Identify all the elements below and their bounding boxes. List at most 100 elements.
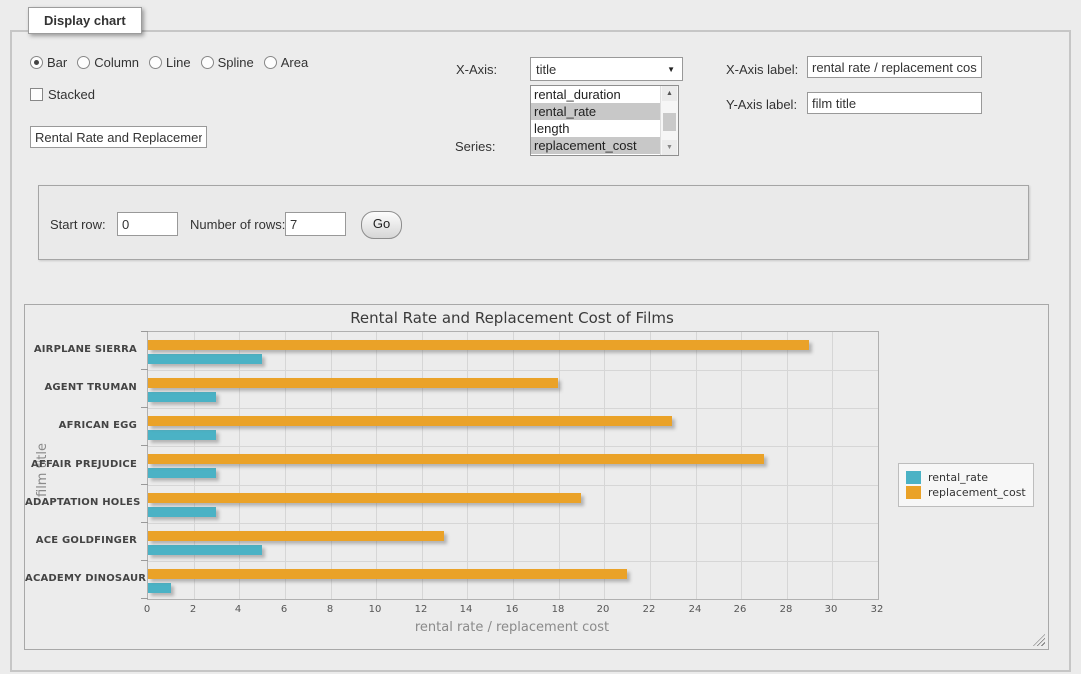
chart-type-radio-bar[interactable]: Bar bbox=[30, 55, 67, 70]
gridline-vertical bbox=[696, 332, 697, 599]
bar-rental_rate bbox=[148, 392, 216, 402]
stacked-checkbox-row[interactable]: Stacked bbox=[30, 87, 95, 102]
gridline-vertical bbox=[832, 332, 833, 599]
category-label: AGENT TRUMAN bbox=[25, 382, 137, 393]
gridline-horizontal bbox=[148, 485, 878, 486]
radio-icon bbox=[264, 56, 277, 69]
category-label: AFRICAN EGG bbox=[25, 420, 137, 431]
x-tick-label: 6 bbox=[269, 604, 299, 615]
gridline-vertical bbox=[422, 332, 423, 599]
gridline-vertical bbox=[741, 332, 742, 599]
y-axis-tick bbox=[141, 560, 148, 561]
start-row-input[interactable] bbox=[117, 212, 178, 236]
chart-type-label: Area bbox=[281, 55, 308, 70]
page-bottom-margin bbox=[0, 674, 1081, 681]
stacked-checkbox[interactable] bbox=[30, 88, 43, 101]
category-label: AFFAIR PREJUDICE bbox=[25, 459, 137, 470]
scrollbar-thumb[interactable] bbox=[663, 113, 676, 131]
chart-type-radio-line[interactable]: Line bbox=[149, 55, 191, 70]
series-option-length[interactable]: length bbox=[531, 120, 666, 137]
gridline-vertical bbox=[239, 332, 240, 599]
series-option-rental_rate[interactable]: rental_rate bbox=[531, 103, 666, 120]
y-axis-label-input[interactable] bbox=[807, 92, 982, 114]
x-tick-label: 10 bbox=[360, 604, 390, 615]
number-of-rows-label: Number of rows: bbox=[190, 217, 285, 232]
chart-type-radio-group: Bar Column Line Spline Area bbox=[30, 55, 318, 70]
chart-type-label: Line bbox=[166, 55, 191, 70]
legend-swatch-icon bbox=[906, 471, 921, 484]
x-axis-label-input[interactable] bbox=[807, 56, 982, 78]
category-label: ACADEMY DINOSAUR bbox=[25, 573, 137, 584]
x-tick-label: 0 bbox=[132, 604, 162, 615]
chart-container: Rental Rate and Replacement Cost of Film… bbox=[24, 304, 1049, 650]
chart-title-input[interactable] bbox=[30, 126, 207, 148]
scroll-up-icon[interactable]: ▲ bbox=[662, 86, 677, 101]
gridline-vertical bbox=[467, 332, 468, 599]
bar-rental_rate bbox=[148, 430, 216, 440]
series-scrollbar[interactable]: ▲ ▼ bbox=[660, 86, 678, 155]
y-axis-label-caption: Y-Axis label: bbox=[726, 97, 797, 112]
x-tick-label: 22 bbox=[634, 604, 664, 615]
x-axis-select[interactable]: title ▼ bbox=[530, 57, 683, 81]
radio-icon bbox=[149, 56, 162, 69]
legend-item-replacement_cost: replacement_cost bbox=[906, 486, 1026, 499]
bar-rental_rate bbox=[148, 468, 216, 478]
series-option-replacement_cost[interactable]: replacement_cost bbox=[531, 137, 666, 154]
y-axis-tick bbox=[141, 369, 148, 370]
gridline-vertical bbox=[604, 332, 605, 599]
chart-plot-area bbox=[147, 331, 879, 600]
radio-icon bbox=[30, 56, 43, 69]
x-axis-select-label: X-Axis: bbox=[456, 62, 497, 77]
x-tick-label: 28 bbox=[771, 604, 801, 615]
x-tick-label: 4 bbox=[223, 604, 253, 615]
bar-replacement_cost bbox=[148, 416, 672, 426]
gridline-horizontal bbox=[148, 523, 878, 524]
x-tick-label: 24 bbox=[680, 604, 710, 615]
chart-type-radio-spline[interactable]: Spline bbox=[201, 55, 254, 70]
series-multiselect[interactable]: rental_durationrental_ratelengthreplacem… bbox=[530, 85, 679, 156]
gridline-horizontal bbox=[148, 370, 878, 371]
radio-icon bbox=[201, 56, 214, 69]
chart-type-radio-area[interactable]: Area bbox=[264, 55, 308, 70]
chart-legend: rental_rate replacement_cost bbox=[898, 463, 1034, 507]
y-axis-tick bbox=[141, 407, 148, 408]
x-axis-label-caption: X-Axis label: bbox=[726, 62, 798, 77]
legend-label: replacement_cost bbox=[928, 486, 1026, 499]
page: Display chart BarColumnLineSplineArea St… bbox=[0, 0, 1081, 681]
go-button[interactable]: Go bbox=[361, 211, 402, 239]
bar-replacement_cost bbox=[148, 340, 809, 350]
gridline-vertical bbox=[331, 332, 332, 599]
y-axis-tick bbox=[141, 598, 148, 599]
x-tick-label: 16 bbox=[497, 604, 527, 615]
scroll-down-icon[interactable]: ▼ bbox=[662, 140, 677, 155]
category-label: ADAPTATION HOLES bbox=[25, 497, 137, 508]
bar-rental_rate bbox=[148, 507, 216, 517]
series-select-label: Series: bbox=[455, 139, 495, 154]
x-tick-label: 30 bbox=[816, 604, 846, 615]
chart-type-label: Column bbox=[94, 55, 139, 70]
x-tick-label: 26 bbox=[725, 604, 755, 615]
bar-replacement_cost bbox=[148, 531, 444, 541]
category-label: AIRPLANE SIERRA bbox=[25, 344, 137, 355]
chart-x-axis-label: rental rate / replacement cost bbox=[147, 620, 877, 635]
number-of-rows-input[interactable] bbox=[285, 212, 346, 236]
chart-title: Rental Rate and Replacement Cost of Film… bbox=[147, 309, 877, 327]
chart-type-label: Spline bbox=[218, 55, 254, 70]
gridline-vertical bbox=[513, 332, 514, 599]
x-tick-label: 32 bbox=[862, 604, 892, 615]
resize-grip-icon[interactable] bbox=[1033, 634, 1045, 646]
chart-type-radio-column[interactable]: Column bbox=[77, 55, 139, 70]
x-tick-label: 2 bbox=[178, 604, 208, 615]
chart-type-label: Bar bbox=[47, 55, 67, 70]
gridline-vertical bbox=[787, 332, 788, 599]
gridline-vertical bbox=[194, 332, 195, 599]
legend-label: rental_rate bbox=[928, 471, 988, 484]
x-tick-label: 14 bbox=[451, 604, 481, 615]
start-row-label: Start row: bbox=[50, 217, 106, 232]
bar-replacement_cost bbox=[148, 569, 627, 579]
series-option-rental_duration[interactable]: rental_duration bbox=[531, 86, 666, 103]
x-axis-selected-value: title bbox=[536, 62, 556, 77]
y-axis-tick bbox=[141, 445, 148, 446]
gridline-horizontal bbox=[148, 446, 878, 447]
gridline-horizontal bbox=[148, 561, 878, 562]
